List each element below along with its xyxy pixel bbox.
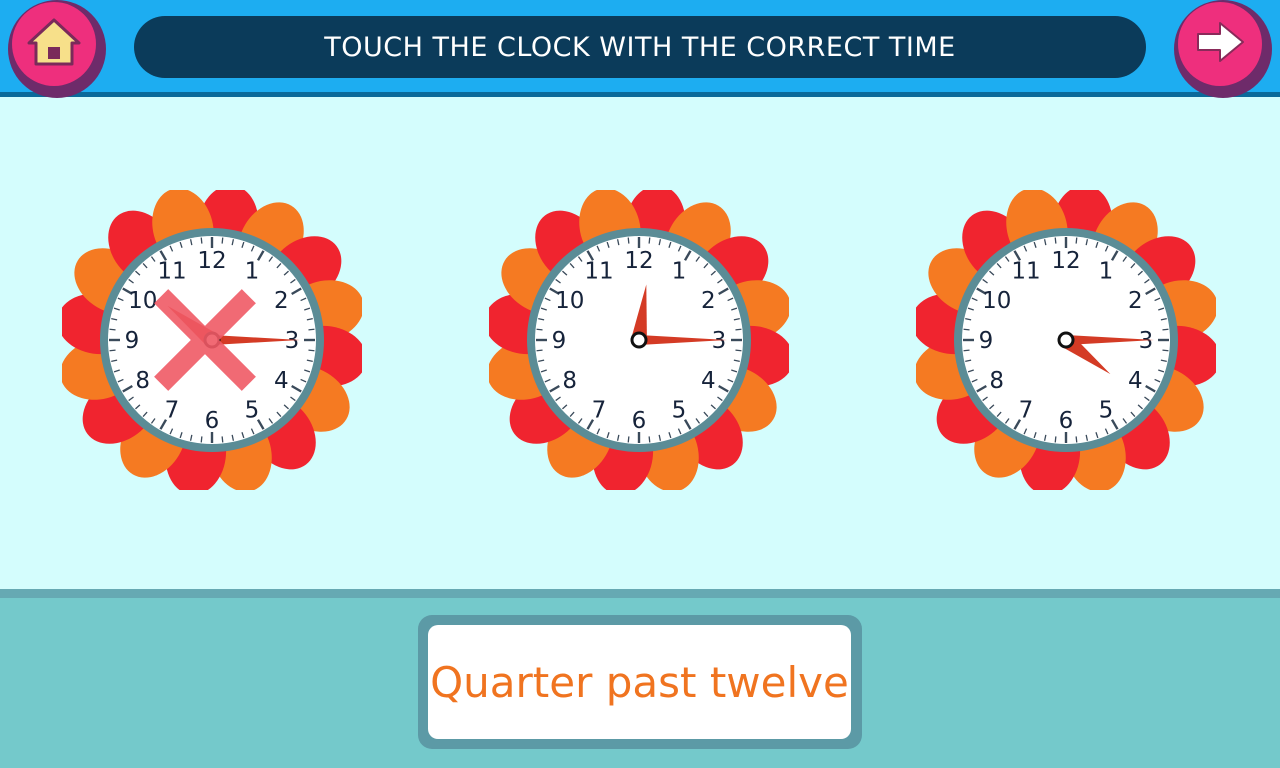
clock-numeral: 12 (624, 248, 653, 274)
clock-numeral: 2 (1128, 288, 1143, 314)
clock-numeral: 1 (672, 259, 687, 285)
clock-numeral: 10 (982, 288, 1011, 314)
clock-numeral: 3 (712, 328, 727, 354)
clock-numeral: 8 (135, 368, 150, 394)
clock-numeral: 6 (205, 408, 220, 434)
clock-numeral: 12 (1051, 248, 1080, 274)
next-button[interactable] (1174, 0, 1272, 98)
clock-option-3[interactable]: 12 1 2 3 4 5 6 7 8 9 10 11 (911, 185, 1221, 495)
clock-numeral: 2 (274, 288, 289, 314)
clock-numeral: 3 (1139, 328, 1154, 354)
clock-option-2[interactable]: 12 1 2 3 4 5 6 7 8 9 10 11 (484, 185, 794, 495)
clock-numeral: 10 (128, 288, 157, 314)
clock-numeral: 4 (274, 368, 289, 394)
clock-numeral: 2 (701, 288, 716, 314)
clock-numeral: 9 (125, 328, 140, 354)
arrow-right-icon (1194, 20, 1246, 68)
clock-numeral: 12 (197, 248, 226, 274)
clock-numeral: 5 (672, 397, 687, 423)
clock-option-1[interactable]: 12 1 2 3 4 5 6 7 8 9 10 11 (57, 185, 367, 495)
clock-numeral: 6 (632, 408, 647, 434)
clock-numeral: 10 (555, 288, 584, 314)
clock-numeral: 5 (1099, 397, 1114, 423)
clock-numeral: 11 (157, 259, 186, 285)
instruction-text: TOUCH THE CLOCK WITH THE CORRECT TIME (324, 31, 956, 63)
clock-numeral: 8 (989, 368, 1004, 394)
clock-numeral: 3 (285, 328, 300, 354)
instruction-banner: TOUCH THE CLOCK WITH THE CORRECT TIME (134, 16, 1146, 78)
clock-numeral: 7 (165, 397, 180, 423)
clock-numeral: 4 (701, 368, 716, 394)
clock-numeral: 8 (562, 368, 577, 394)
answer-text: Quarter past twelve (430, 657, 849, 707)
clock-numeral: 4 (1128, 368, 1143, 394)
clock-numeral: 9 (552, 328, 567, 354)
clock-numeral: 11 (1011, 259, 1040, 285)
clock-numeral: 7 (1019, 397, 1034, 423)
home-icon (27, 17, 81, 71)
clock-numeral: 6 (1059, 408, 1074, 434)
home-button[interactable] (8, 0, 106, 98)
clock-numeral: 9 (979, 328, 994, 354)
answer-card: Quarter past twelve (428, 625, 851, 739)
clock-numeral: 1 (245, 259, 260, 285)
clock-numeral: 5 (245, 397, 260, 423)
clock-numeral: 11 (584, 259, 613, 285)
clock-numeral: 1 (1099, 259, 1114, 285)
clock-numeral: 7 (592, 397, 607, 423)
